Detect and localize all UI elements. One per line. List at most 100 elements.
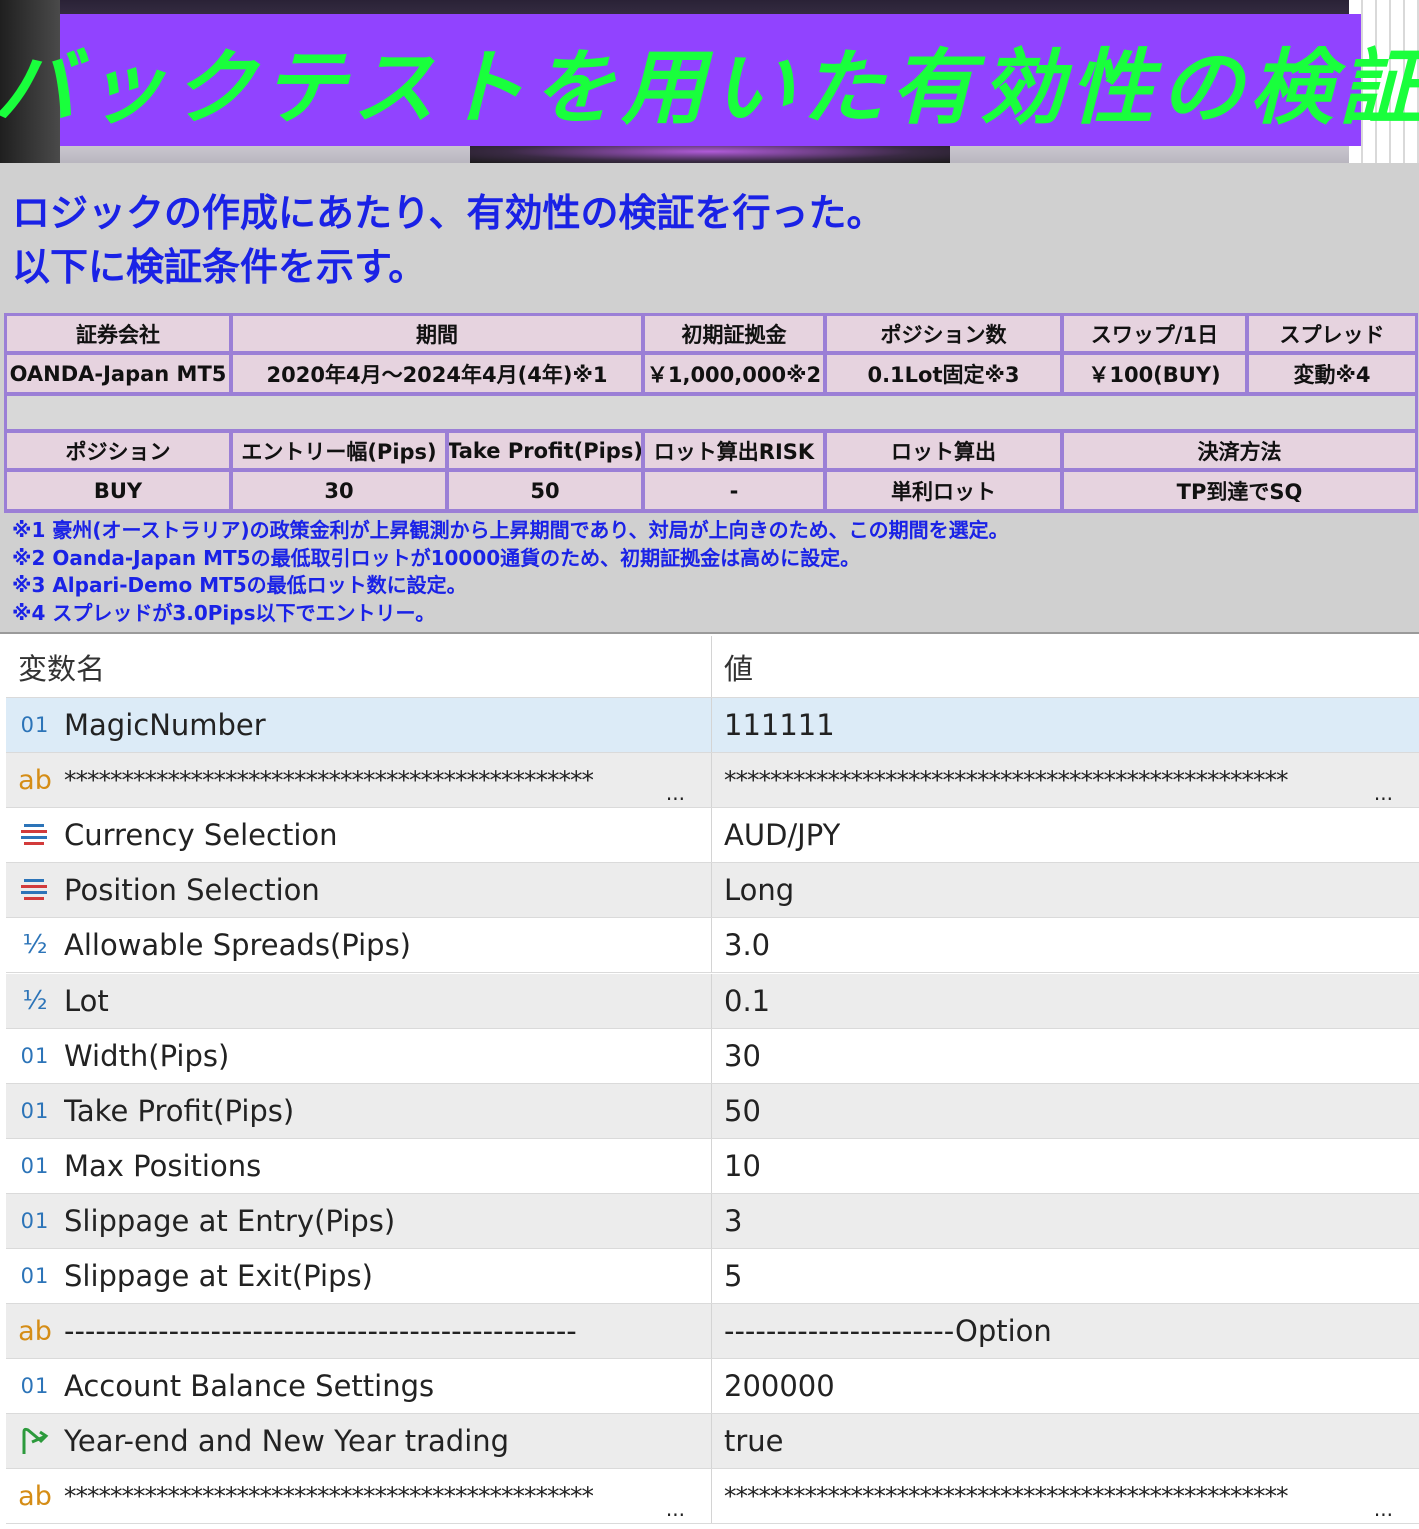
- param-name-cell[interactable]: 01 Width(Pips): [6, 1028, 712, 1083]
- value-ellipsis: ...: [1373, 781, 1393, 806]
- banner-title-box: バックテストを用いた有効性の検証: [0, 14, 1419, 146]
- param-value: true: [724, 1424, 784, 1459]
- cond-value-1-2: ￥1,000,000※2: [645, 355, 823, 392]
- param-value-cell[interactable]: 5: [712, 1249, 1419, 1303]
- param-row[interactable]: Position Selection Long: [6, 863, 1419, 919]
- cond-header-2-0: ポジション: [7, 433, 229, 468]
- cond-header-2-3: ロット算出RISK: [645, 433, 823, 468]
- param-row[interactable]: Currency Selection AUD/JPY: [6, 808, 1419, 864]
- param-name: Position Selection: [64, 873, 320, 908]
- intro-text: ロジックの作成にあたり、有効性の検証を行った。 以下に検証条件を示す。: [12, 186, 1407, 294]
- name-ellipsis: ...: [665, 1497, 685, 1522]
- cond-value-1-1: 2020年4月～2024年4月(4年)※1: [233, 355, 641, 392]
- param-row[interactable]: 01 MagicNumber 111111: [6, 698, 1419, 754]
- param-value-cell[interactable]: 10: [712, 1139, 1419, 1193]
- param-value: ----------------------Option: [724, 1314, 1052, 1349]
- intro-line-1: ロジックの作成にあたり、有効性の検証を行った。: [12, 191, 885, 235]
- param-value-cell[interactable]: 200000: [712, 1359, 1419, 1413]
- param-value-cell[interactable]: ****************************************…: [712, 753, 1419, 807]
- param-name: ----------------------------------------…: [64, 1314, 577, 1349]
- cond-header-1-2: 初期証拠金: [645, 316, 823, 351]
- conditions-table: 証券会社 期間 初期証拠金 ポジション数 スワップ/1日 スプレッド OANDA-Japan…: [4, 313, 1418, 513]
- string-type-icon: ab: [18, 1315, 52, 1347]
- param-name: Currency Selection: [64, 818, 338, 853]
- param-row[interactable]: 01 Slippage at Exit(Pips) 5: [6, 1249, 1419, 1305]
- cond-header-1-1: 期間: [233, 316, 641, 351]
- integer-type-icon: 01: [20, 1264, 50, 1289]
- conditions-notes: ※1 豪州(オーストラリア)の政策金利が上昇観測から上昇期間であり、対局が上向き…: [12, 517, 1407, 627]
- param-value-cell[interactable]: 50: [712, 1084, 1419, 1138]
- param-name-cell[interactable]: 01 Slippage at Exit(Pips): [6, 1249, 712, 1304]
- param-name-cell[interactable]: ab **************************************…: [6, 753, 712, 808]
- param-value-cell[interactable]: 3.0: [712, 918, 1419, 972]
- param-value-cell[interactable]: 0.1: [712, 974, 1419, 1028]
- enum-type-icon: [18, 873, 52, 907]
- param-value: Long: [724, 873, 795, 908]
- name-ellipsis: ...: [665, 781, 685, 806]
- param-value-cell[interactable]: Long: [712, 863, 1419, 917]
- integer-type-icon: 01: [20, 1153, 50, 1178]
- param-row[interactable]: 01 Max Positions 10: [6, 1138, 1419, 1194]
- banner-title: バックテストを用いた有効性の検証: [0, 40, 1419, 136]
- params-header: 変数名 値: [6, 636, 1419, 698]
- string-type-icon: ab: [18, 764, 52, 796]
- param-row[interactable]: ab --------------------------------------…: [6, 1304, 1419, 1360]
- param-value-cell[interactable]: ****************************************…: [712, 1469, 1419, 1523]
- param-name-cell[interactable]: 01 Max Positions: [6, 1138, 712, 1193]
- param-value: AUD/JPY: [724, 818, 841, 853]
- cond-value-2-2: 50: [449, 472, 641, 509]
- param-row[interactable]: ½ Lot 0.1: [6, 973, 1419, 1029]
- param-name-cell[interactable]: 01 Account Balance Settings: [6, 1359, 712, 1414]
- bool-type-icon: [18, 1424, 52, 1458]
- param-value: ****************************************…: [724, 765, 1288, 795]
- param-name-cell[interactable]: ½ Allowable Spreads(Pips): [6, 918, 712, 973]
- cond-spacer-row: [7, 396, 1415, 429]
- param-name: MagicNumber: [64, 708, 266, 743]
- string-type-icon: ab: [18, 1480, 52, 1512]
- cond-value-1-3: 0.1Lot固定※3: [827, 355, 1060, 392]
- param-name-cell[interactable]: ½ Lot: [6, 973, 712, 1028]
- param-value-cell[interactable]: 111111: [712, 698, 1419, 752]
- param-name-cell[interactable]: ab --------------------------------------…: [6, 1304, 712, 1359]
- param-row[interactable]: 01 Account Balance Settings 200000: [6, 1359, 1419, 1415]
- param-value-cell[interactable]: ----------------------Option: [712, 1304, 1419, 1358]
- cond-header-1-3: ポジション数: [827, 316, 1060, 351]
- integer-type-icon: 01: [20, 1374, 50, 1399]
- param-row[interactable]: 01 Take Profit(Pips) 50: [6, 1083, 1419, 1139]
- integer-type-icon: 01: [20, 1043, 50, 1068]
- cond-value-1-5: 変動※4: [1249, 355, 1415, 392]
- params-header-value: 値: [724, 651, 754, 686]
- param-row[interactable]: Year-end and New Year trading true: [6, 1414, 1419, 1470]
- param-value-cell[interactable]: true: [712, 1414, 1419, 1468]
- page: バックテストを用いた有効性の検証 ロジックの作成にあたり、有効性の検証を行った。…: [0, 0, 1419, 1529]
- param-value: 30: [724, 1038, 761, 1073]
- value-ellipsis: ...: [1373, 1497, 1393, 1522]
- double-type-icon: ½: [22, 930, 48, 961]
- note-4: ※4 スプレッドが3.0Pips以下でエントリー。: [12, 600, 436, 625]
- param-value-cell[interactable]: 3: [712, 1194, 1419, 1248]
- param-row[interactable]: 01 Slippage at Entry(Pips) 3: [6, 1193, 1419, 1249]
- param-value-cell[interactable]: 30: [712, 1029, 1419, 1083]
- param-row[interactable]: ab **************************************…: [6, 1469, 1419, 1525]
- param-value: 50: [724, 1093, 761, 1128]
- param-value: 10: [724, 1148, 761, 1183]
- param-value-cell[interactable]: AUD/JPY: [712, 808, 1419, 862]
- param-name-cell[interactable]: Currency Selection: [6, 808, 712, 863]
- param-name-cell[interactable]: ab **************************************…: [6, 1469, 712, 1524]
- param-name-cell[interactable]: Year-end and New Year trading: [6, 1414, 712, 1469]
- param-row[interactable]: ½ Allowable Spreads(Pips) 3.0: [6, 918, 1419, 974]
- params-header-name-cell: 変数名: [6, 636, 712, 697]
- param-name-cell[interactable]: 01 Take Profit(Pips): [6, 1083, 712, 1138]
- param-name: Year-end and New Year trading: [64, 1424, 510, 1459]
- param-name: Slippage at Exit(Pips): [64, 1259, 373, 1294]
- param-row[interactable]: 01 Width(Pips) 30: [6, 1028, 1419, 1084]
- param-name: ****************************************…: [64, 1481, 593, 1511]
- param-name-cell[interactable]: Position Selection: [6, 863, 712, 918]
- param-name-cell[interactable]: 01 MagicNumber: [6, 698, 712, 753]
- param-value: ****************************************…: [724, 1481, 1288, 1511]
- param-value: 3.0: [724, 928, 771, 963]
- param-name: Allowable Spreads(Pips): [64, 928, 411, 963]
- param-row[interactable]: ab **************************************…: [6, 753, 1419, 809]
- note-2: ※2 Oanda-Japan MT5の最低取引ロットが10000通貨のため、初期…: [12, 545, 861, 570]
- param-name-cell[interactable]: 01 Slippage at Entry(Pips): [6, 1193, 712, 1248]
